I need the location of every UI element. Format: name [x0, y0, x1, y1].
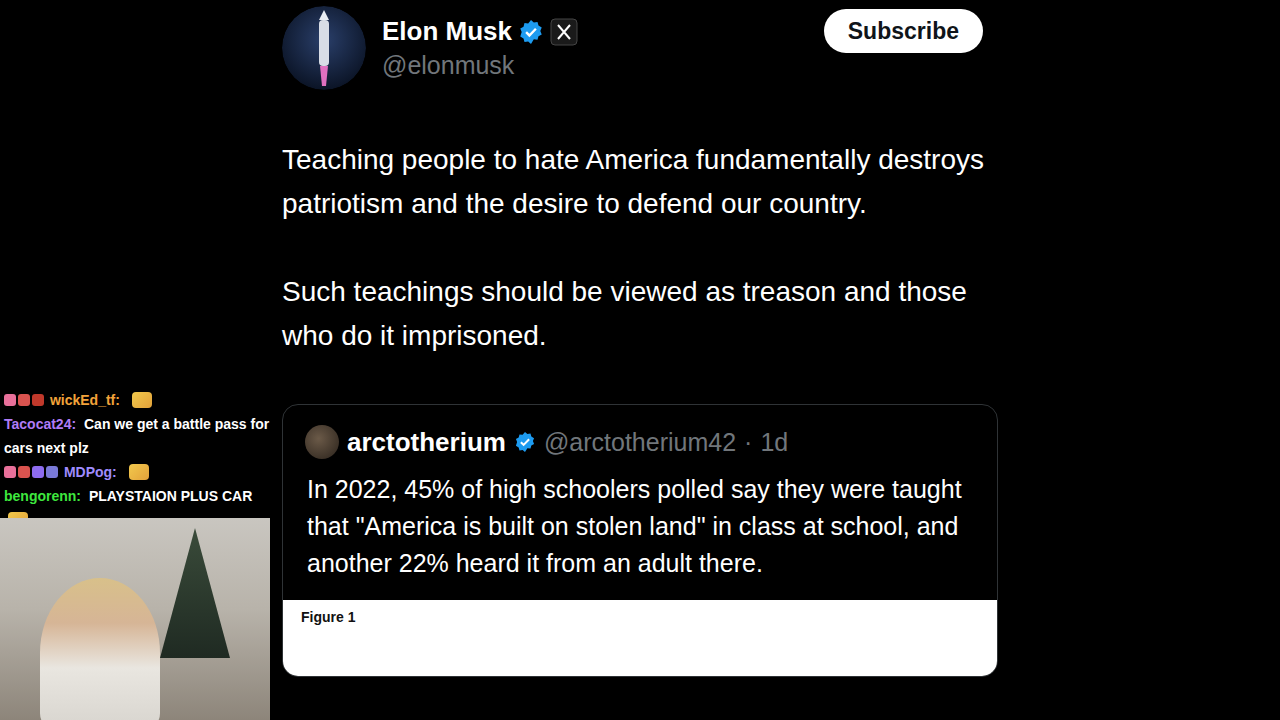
chat-text: PLAYSTAION PLUS CAR [89, 488, 252, 504]
figure-label: Figure 1 [301, 609, 355, 625]
webcam [0, 518, 270, 720]
x-logo-icon [550, 18, 578, 46]
quote-author-handle: @arctotherium42 [544, 428, 736, 457]
badge-icon [32, 394, 44, 406]
chat-message: wickEd_tf: [4, 388, 280, 412]
chat-username[interactable]: wickEd_tf: [50, 392, 120, 408]
quote-time: 1d [760, 428, 788, 457]
chat-username[interactable]: Tacocat24: [4, 416, 76, 432]
author-name[interactable]: Elon Musk [382, 16, 512, 47]
avatar-icon[interactable] [282, 6, 366, 90]
tweet-header: Elon Musk @elonmusk Subscribe [282, 0, 998, 90]
tweet-paragraph: Such teachings should be viewed as treas… [282, 270, 998, 358]
separator: · [744, 428, 752, 457]
tweet-paragraph: Teaching people to hate America fundamen… [282, 138, 998, 226]
badge-icon [46, 466, 58, 478]
chat-message: Tacocat24: Can we get a battle pass for … [4, 412, 280, 460]
author-handle[interactable]: @elonmusk [382, 51, 578, 80]
quote-author-name[interactable]: arctotherium [347, 427, 506, 458]
chat-username[interactable]: MDPog: [64, 464, 117, 480]
badge-icon [18, 394, 30, 406]
badge-icon [32, 466, 44, 478]
quoted-tweet[interactable]: arctotherium @arctotherium42 · 1d In 202… [282, 404, 998, 677]
chat-overlay: wickEd_tf: Tacocat24: Can we get a battl… [4, 388, 280, 532]
stream-screen: Elon Musk @elonmusk Subscribe Teaching p… [0, 0, 1280, 720]
emote-icon [129, 464, 149, 480]
verified-icon [514, 431, 536, 453]
chat-message: MDPog: [4, 460, 280, 484]
quote-text: In 2022, 45% of high schoolers polled sa… [283, 471, 997, 582]
subscribe-button[interactable]: Subscribe [824, 9, 983, 53]
badge-icon [18, 466, 30, 478]
quote-avatar-icon[interactable] [305, 425, 339, 459]
badge-icon [4, 466, 16, 478]
badge-icon [4, 394, 16, 406]
figure-strip: Figure 1 [283, 600, 997, 676]
tweet: Elon Musk @elonmusk Subscribe Teaching p… [282, 0, 998, 677]
tweet-body: Teaching people to hate America fundamen… [282, 138, 998, 402]
verified-icon [518, 19, 544, 45]
chat-username[interactable]: bengorenn: [4, 488, 81, 504]
emote-icon [132, 392, 152, 408]
